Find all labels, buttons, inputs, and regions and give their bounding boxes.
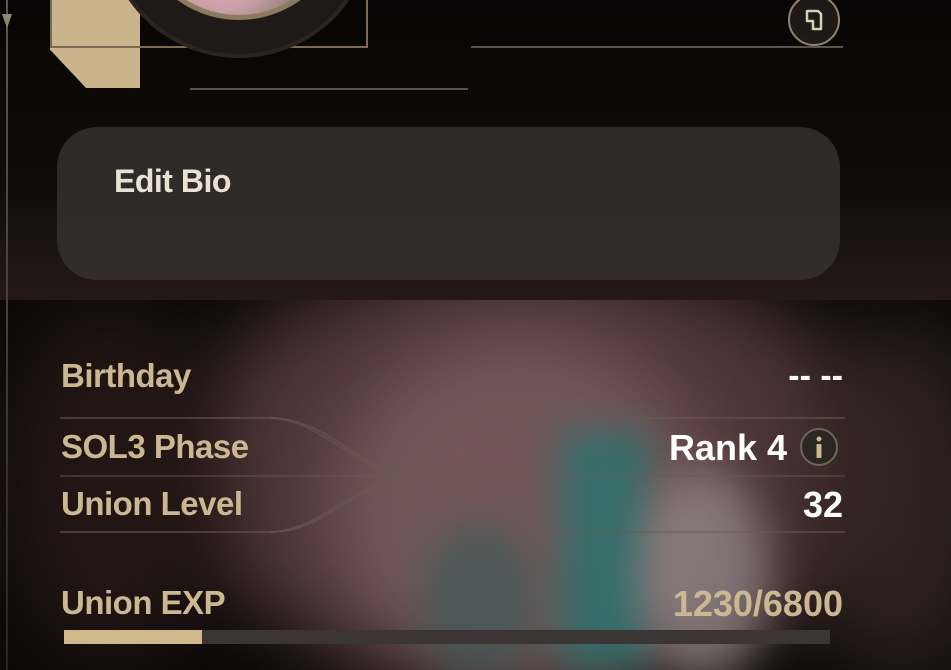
union-exp-progress-bar [64, 630, 830, 644]
sol3-phase-value: Rank 4 [668, 427, 787, 468]
rail-arrow-icon [2, 14, 12, 28]
birthday-label: Birthday [61, 357, 191, 394]
birthday-value: -- -- [788, 357, 843, 395]
union-level-value: 32 [802, 484, 843, 525]
union-exp-label: Union EXP [61, 584, 226, 621]
divider [471, 46, 843, 48]
union-exp-progress-fill [64, 630, 202, 644]
info-button[interactable] [800, 428, 838, 466]
edit-bio-label: Edit Bio [114, 163, 231, 199]
union-level-label: Union Level [61, 485, 243, 522]
info-icon [816, 436, 822, 458]
union-exp-value: 1230/6800 [672, 583, 843, 624]
background [0, 0, 951, 670]
edit-bio-card[interactable]: Edit Bio [57, 127, 840, 280]
left-rail [6, 0, 8, 670]
copy-icon [805, 9, 823, 31]
divider [190, 88, 468, 90]
sol3-phase-label: SOL3 Phase [61, 428, 249, 465]
avatar-area [50, 0, 470, 90]
